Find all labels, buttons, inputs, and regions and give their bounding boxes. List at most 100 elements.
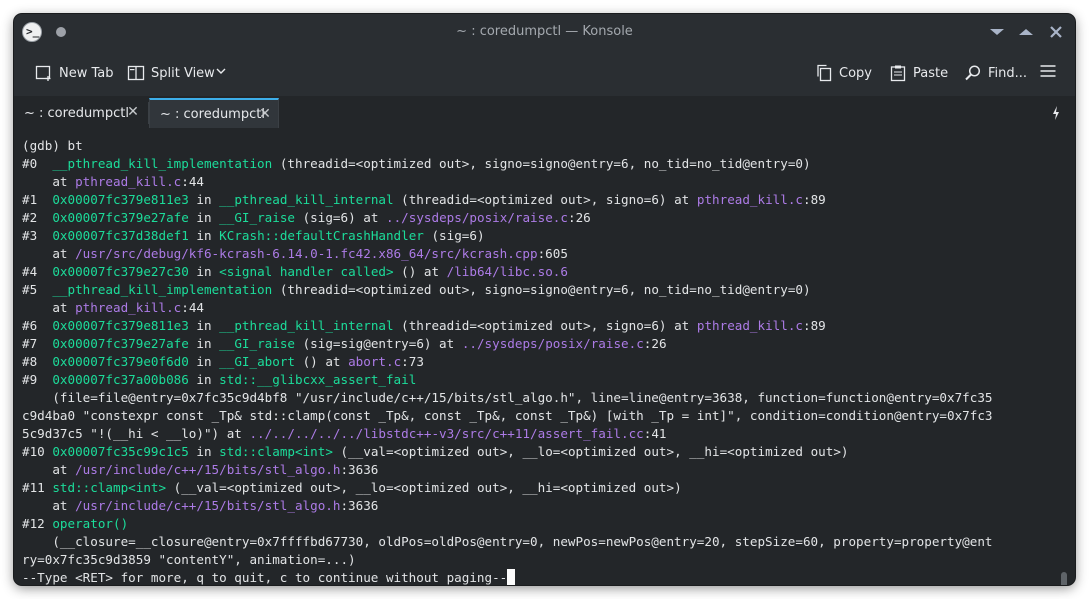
window-title: ~ : coredumpctl — Konsole (456, 24, 633, 39)
terminal-line: #2 0x00007fc379e27afe in __GI_raise (sig… (22, 209, 1052, 227)
minimize-icon[interactable] (987, 22, 1007, 42)
terminal-line: #6 0x00007fc379e811e3 in __pthread_kill_… (22, 317, 1052, 335)
terminal-text: (__closure=__closure@entry=0x7ffffbd6773… (22, 534, 993, 549)
terminal-text: in (188, 264, 220, 279)
terminal-text: :3636 (340, 498, 379, 513)
terminal-text: #0 (22, 156, 53, 171)
terminal-text: at (22, 462, 76, 477)
file-path: abort.c (348, 354, 402, 369)
terminal-line: #1 0x00007fc379e811e3 in __pthread_kill_… (22, 191, 1052, 209)
terminal-output[interactable]: (gdb) bt #0 __pthread_kill_implementation… (14, 128, 1075, 585)
close-icon[interactable]: ✕ (258, 100, 272, 128)
find-button[interactable]: Find... (964, 50, 1027, 96)
copy-label: Copy (839, 65, 872, 81)
paste-button[interactable]: Paste (889, 50, 948, 96)
file-path: ../../../../../libstdc++-v3/src/c++11/as… (249, 426, 644, 441)
scrollbar-handle[interactable] (1061, 572, 1067, 585)
function-name: 0x00007fc379e27afe (52, 210, 189, 225)
terminal-text: () at (393, 264, 447, 279)
file-path: /usr/src/debug/kf6-kcrash-6.14.0-1.fc42.… (75, 246, 538, 261)
terminal-prompt-line: --Type <RET> for more, q to quit, c to c… (22, 569, 1052, 585)
file-path: /usr/include/c++/15/bits/stl_algo.h (75, 462, 341, 477)
terminal-text: (sig=6) at (295, 210, 386, 225)
terminal-line: ry=0x7fc35c9d3859 "contentY", animation=… (22, 551, 1052, 569)
tab-coredumpctl-2[interactable]: ~ : coredumpctl ✕ (149, 98, 279, 128)
function-name: 0x00007fc35c99c1c5 (52, 444, 189, 459)
terminal-text: (gdb) bt (22, 138, 83, 153)
terminal-text: :89 (803, 318, 826, 333)
terminal-line: #4 0x00007fc379e27c30 in <signal handler… (22, 263, 1052, 281)
text-cursor (507, 569, 516, 585)
function-name: 0x00007fc37a00b086 (52, 372, 189, 387)
terminal-line: #10 0x00007fc35c99c1c5 in std::clamp<int… (22, 443, 1052, 461)
terminal-text: #7 (22, 336, 53, 351)
terminal-line: at pthread_kill.c:44 (22, 173, 1052, 191)
function-name: 0x00007fc379e811e3 (52, 318, 189, 333)
terminal-line: #3 0x00007fc37d38def1 in KCrash::default… (22, 227, 1052, 245)
split-view-menu-button[interactable] (214, 50, 228, 96)
chevron-down-icon (214, 64, 228, 82)
terminal-text: #8 (22, 354, 53, 369)
maximize-icon[interactable] (1016, 22, 1036, 42)
new-tab-button[interactable]: New Tab (35, 50, 114, 96)
terminal-text: c9d4ba0 "constexpr const _Tp& std::clamp… (22, 408, 993, 423)
toolbar: New Tab Split View Copy Paste Find... (14, 50, 1075, 97)
terminal-text: #11 (22, 480, 53, 495)
file-path: pthread_kill.c (696, 192, 804, 207)
file-path: pthread_kill.c (75, 300, 182, 315)
file-path: /usr/include/c++/15/bits/stl_algo.h (75, 498, 341, 513)
split-view-button[interactable]: Split View (127, 50, 215, 96)
tab-coredumpctl-1[interactable]: ~ : coredumpctl ✕ (14, 98, 147, 128)
terminal-text: at (22, 174, 76, 189)
new-tab-icon (35, 64, 53, 82)
terminal-text: #2 (22, 210, 53, 225)
function-name: KCrash::defaultCrashHandler (219, 228, 424, 243)
terminal-line: at pthread_kill.c:44 (22, 299, 1052, 317)
hamburger-menu-button[interactable] (1039, 50, 1057, 96)
terminal-line: #5 __pthread_kill_implementation (thread… (22, 281, 1052, 299)
terminal-text: ry=0x7fc35c9d3859 "contentY", animation=… (22, 552, 356, 567)
close-icon[interactable] (1046, 22, 1066, 42)
function-name: 0x00007fc379e27c30 (52, 264, 189, 279)
function-name: std::clamp<int> (52, 480, 167, 495)
split-view-label: Split View (151, 65, 215, 81)
terminal-text: :44 (181, 300, 204, 315)
terminal-text: (threadid=<optimized out>, signo=signo@e… (272, 156, 811, 171)
terminal-text: :26 (567, 210, 591, 225)
terminal-text: (threadid=<optimized out>, signo=6) at (393, 192, 697, 207)
terminal-line: #11 std::clamp<int> (__val=<optimized ou… (22, 479, 1052, 497)
function-name: __pthread_kill_implementation (52, 156, 273, 171)
terminal-text: :73 (401, 354, 424, 369)
split-view-icon (127, 64, 145, 82)
terminal-text: #5 (22, 282, 53, 297)
new-tab-label: New Tab (59, 65, 114, 81)
terminal-line: #9 0x00007fc37a00b086 in std::__glibcxx_… (22, 371, 1052, 389)
terminal-text: (sig=6) (423, 228, 485, 243)
title-bar: >_ ~ : coredumpctl — Konsole (14, 14, 1075, 50)
close-icon[interactable]: ✕ (126, 98, 140, 126)
terminal-text: #1 (22, 192, 53, 207)
tab-label: ~ : coredumpctl (24, 105, 129, 121)
function-name: __GI_raise (219, 210, 295, 225)
copy-button[interactable]: Copy (815, 50, 872, 96)
function-name: std::clamp<int> (219, 444, 333, 459)
terminal-text: (sig=sig@entry=6) at (295, 336, 462, 351)
search-icon (964, 64, 982, 82)
paste-label: Paste (913, 65, 949, 81)
file-path: pthread_kill.c (696, 318, 804, 333)
terminal-lines: (gdb) bt #0 __pthread_kill_implementation… (22, 137, 1052, 585)
function-name: <signal handler called> (219, 264, 394, 279)
tab-menu-icon[interactable] (1051, 105, 1061, 120)
terminal-text: #9 (22, 372, 53, 387)
copy-icon (815, 64, 833, 82)
file-path: ../sysdeps/posix/raise.c (386, 210, 568, 225)
terminal-text: in (188, 354, 220, 369)
terminal-text: #6 (22, 318, 53, 333)
terminal-text: at (22, 300, 76, 315)
terminal-line: #0 __pthread_kill_implementation (thread… (22, 155, 1052, 173)
terminal-text: :44 (181, 174, 204, 189)
terminal-line: at /usr/include/c++/15/bits/stl_algo.h:3… (22, 461, 1052, 479)
terminal-text: in (188, 444, 220, 459)
terminal-text: in (188, 192, 220, 207)
file-path: pthread_kill.c (75, 174, 182, 189)
